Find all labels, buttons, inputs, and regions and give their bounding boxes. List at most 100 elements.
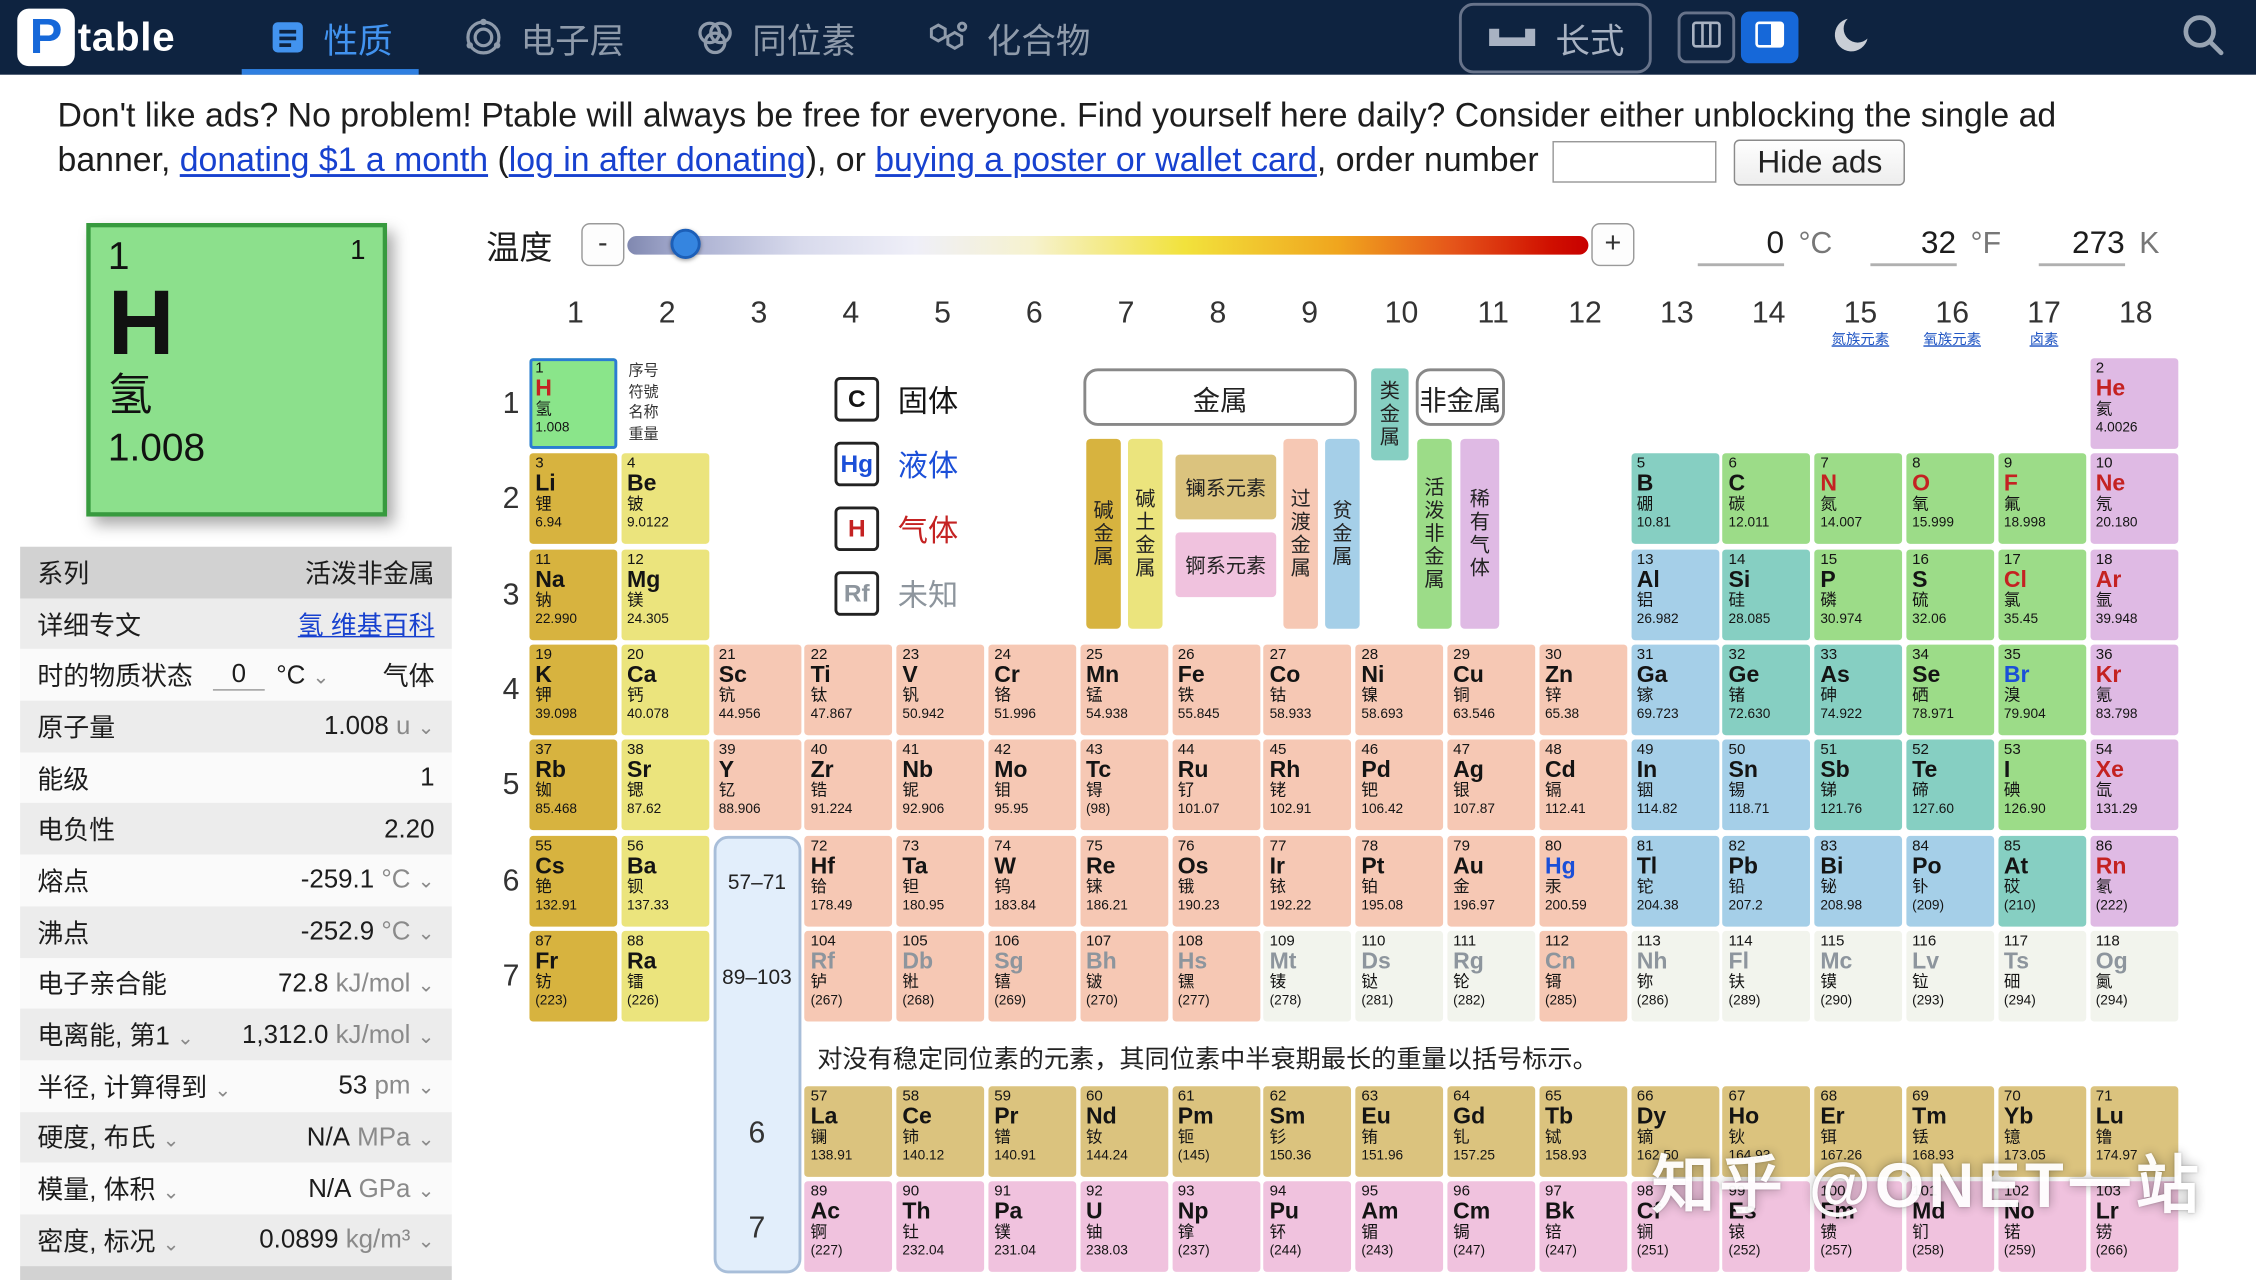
element-Xe[interactable]: 54Xe氙131.29	[2090, 740, 2178, 831]
element-C[interactable]: 6C碳12.011	[1723, 454, 1811, 545]
element-Mg[interactable]: 12Mg镁24.305	[621, 549, 709, 640]
element-Cn[interactable]: 112Cn鿔(285)	[1539, 931, 1627, 1022]
element-Tl[interactable]: 81Tl铊204.38	[1631, 835, 1719, 926]
element-U[interactable]: 92U铀238.03	[1080, 1182, 1168, 1273]
chevron-down-icon[interactable]: ⌄	[163, 1180, 180, 1203]
temperature-at-input[interactable]: 0	[213, 659, 265, 691]
element-Sc[interactable]: 21Sc钪44.956	[713, 644, 801, 735]
group-4[interactable]: 4	[805, 295, 897, 348]
period-1[interactable]: 1	[482, 358, 519, 449]
element-Sb[interactable]: 51Sb锑121.76	[1815, 740, 1903, 831]
chevron-down-icon[interactable]: ⌄	[418, 870, 435, 893]
tab-compounds[interactable]: 化合物	[890, 0, 1125, 75]
element-N[interactable]: 7N氮14.007	[1815, 454, 1903, 545]
property-row-12[interactable]: 模量, 体积⌄N/AGPa⌄	[20, 1163, 452, 1214]
legend-transition-metal[interactable]: 过渡金属	[1283, 439, 1318, 629]
element-S[interactable]: 16S硫32.06	[1906, 549, 1994, 640]
legend-active-nonmetal[interactable]: 活泼非金属	[1417, 439, 1452, 629]
element-Pu[interactable]: 94Pu钚(244)	[1264, 1182, 1352, 1273]
hide-ads-button[interactable]: Hide ads	[1734, 139, 1905, 185]
chevron-down-icon[interactable]: ⌄	[214, 1077, 231, 1100]
group-16[interactable]: 16氧族元素	[1906, 295, 1998, 348]
poster-link[interactable]: buying a poster or wallet card	[875, 141, 1317, 178]
element-Rg[interactable]: 111Rg𬬭(282)	[1447, 931, 1535, 1022]
legend-actinide[interactable]: 锕系元素	[1175, 532, 1276, 597]
element-Ra[interactable]: 88Ra镭(226)	[621, 931, 709, 1022]
element-Fe[interactable]: 26Fe铁55.845	[1172, 644, 1260, 735]
element-Br[interactable]: 35Br溴79.904	[1998, 644, 2086, 735]
legend-noble-gas[interactable]: 稀有气体	[1460, 439, 1499, 629]
element-Og[interactable]: 118Og鿫(294)	[2090, 931, 2178, 1022]
group-17[interactable]: 17卤素	[1998, 295, 2090, 348]
group-8[interactable]: 8	[1172, 295, 1264, 348]
element-Y[interactable]: 39Y钇88.906	[713, 740, 801, 831]
element-O[interactable]: 8O氧15.999	[1906, 454, 1994, 545]
element-Db[interactable]: 105Db𬭊(268)	[897, 931, 985, 1022]
element-Ne[interactable]: 10Ne氖20.180	[2090, 454, 2178, 545]
temperature-minus-button[interactable]: -	[581, 223, 624, 266]
element-Pd[interactable]: 46Pd钯106.42	[1356, 740, 1444, 831]
element-Zr[interactable]: 40Zr锆91.224	[805, 740, 893, 831]
element-Co[interactable]: 27Co钴58.933	[1264, 644, 1352, 735]
element-Rh[interactable]: 45Rh铑102.91	[1264, 740, 1352, 831]
element-Kr[interactable]: 36Kr氪83.798	[2090, 644, 2178, 735]
chevron-down-icon[interactable]: ⌄	[418, 716, 435, 739]
element-La[interactable]: 57La镧138.91	[805, 1086, 893, 1177]
element-In[interactable]: 49In铟114.82	[1631, 740, 1719, 831]
element-Bi[interactable]: 83Bi铋208.98	[1815, 835, 1903, 926]
element-Th[interactable]: 90Th钍232.04	[897, 1182, 985, 1273]
wide-format-button[interactable]: 长式	[1459, 2, 1652, 73]
group-5[interactable]: 5	[897, 295, 989, 348]
temperature-slider[interactable]	[627, 223, 1588, 266]
chevron-down-icon[interactable]: ⌄	[418, 1075, 435, 1098]
period-4[interactable]: 4	[482, 644, 519, 735]
element-Na[interactable]: 11Na钠22.990	[529, 549, 617, 640]
element-V[interactable]: 23V钒50.942	[897, 644, 985, 735]
tab-isotopes[interactable]: 同位素	[659, 0, 891, 75]
group-family-link[interactable]: 氧族元素	[1906, 332, 1998, 348]
element-Ga[interactable]: 31Ga镓69.723	[1631, 644, 1719, 735]
property-row-11[interactable]: 硬度, 布氏⌄N/AMPa⌄	[20, 1112, 452, 1163]
group-13[interactable]: 13	[1631, 295, 1723, 348]
group-9[interactable]: 9	[1264, 295, 1356, 348]
element-Hs[interactable]: 108Hs𬭶(277)	[1172, 931, 1260, 1022]
property-row-7[interactable]: 沸点-252.9°C⌄	[20, 906, 452, 957]
chevron-down-icon[interactable]: ⌄	[418, 1126, 435, 1149]
element-P[interactable]: 15P磷30.974	[1815, 549, 1903, 640]
temperature-track[interactable]	[627, 236, 1588, 255]
temperature-thumb[interactable]	[670, 229, 700, 259]
element-H[interactable]: 1H氢1.008	[529, 358, 617, 449]
element-Ca[interactable]: 20Ca钙40.078	[621, 644, 709, 735]
unit-select[interactable]: °C⌄	[276, 660, 329, 690]
period-3[interactable]: 3	[482, 549, 519, 640]
element-Pm[interactable]: 61Pm钷(145)	[1172, 1086, 1260, 1177]
element-Cl[interactable]: 17Cl氯35.45	[1998, 549, 2086, 640]
element-Ni[interactable]: 28Ni镍58.693	[1356, 644, 1444, 735]
property-row-8[interactable]: 电子亲合能72.8kJ/mol⌄	[20, 958, 452, 1009]
ptable-logo[interactable]: P table	[17, 9, 175, 67]
legend-alkaline-earth-metal[interactable]: 碱土金属	[1128, 439, 1163, 629]
element-Ge[interactable]: 32Ge锗72.630	[1723, 644, 1811, 735]
group-14[interactable]: 14	[1723, 295, 1815, 348]
property-row-13[interactable]: 密度, 标况⌄0.0899kg/m³⌄	[20, 1214, 452, 1265]
element-Ce[interactable]: 58Ce铈140.12	[897, 1086, 985, 1177]
element-Ar[interactable]: 18Ar氩39.948	[2090, 549, 2178, 640]
element-Ta[interactable]: 73Ta钽180.95	[897, 835, 985, 926]
search-button[interactable]	[2178, 9, 2227, 65]
element-Mn[interactable]: 25Mn锰54.938	[1080, 644, 1168, 735]
element-Np[interactable]: 93Np镎(237)	[1172, 1182, 1260, 1273]
element-Cu[interactable]: 29Cu铜63.546	[1447, 644, 1535, 735]
element-Pb[interactable]: 82Pb铅207.2	[1723, 835, 1811, 926]
period-6[interactable]: 6	[482, 835, 519, 926]
group-15[interactable]: 15氮族元素	[1815, 295, 1907, 348]
lanthanide-range-cell[interactable]: 57–71	[716, 838, 798, 929]
element-Pa[interactable]: 91Pa镤231.04	[988, 1182, 1076, 1273]
kelvin-input[interactable]: 273	[2038, 224, 2124, 266]
group-6[interactable]: 6	[988, 295, 1080, 348]
property-row-1[interactable]: 详细专文氢 维基百科	[20, 598, 452, 649]
element-Sg[interactable]: 106Sg𬭳(269)	[988, 931, 1076, 1022]
element-Ac[interactable]: 89Ac锕(227)	[805, 1182, 893, 1273]
element-Re[interactable]: 75Re铼186.21	[1080, 835, 1168, 926]
chevron-down-icon[interactable]: ⌄	[418, 1178, 435, 1201]
chevron-down-icon[interactable]: ⌄	[418, 972, 435, 995]
